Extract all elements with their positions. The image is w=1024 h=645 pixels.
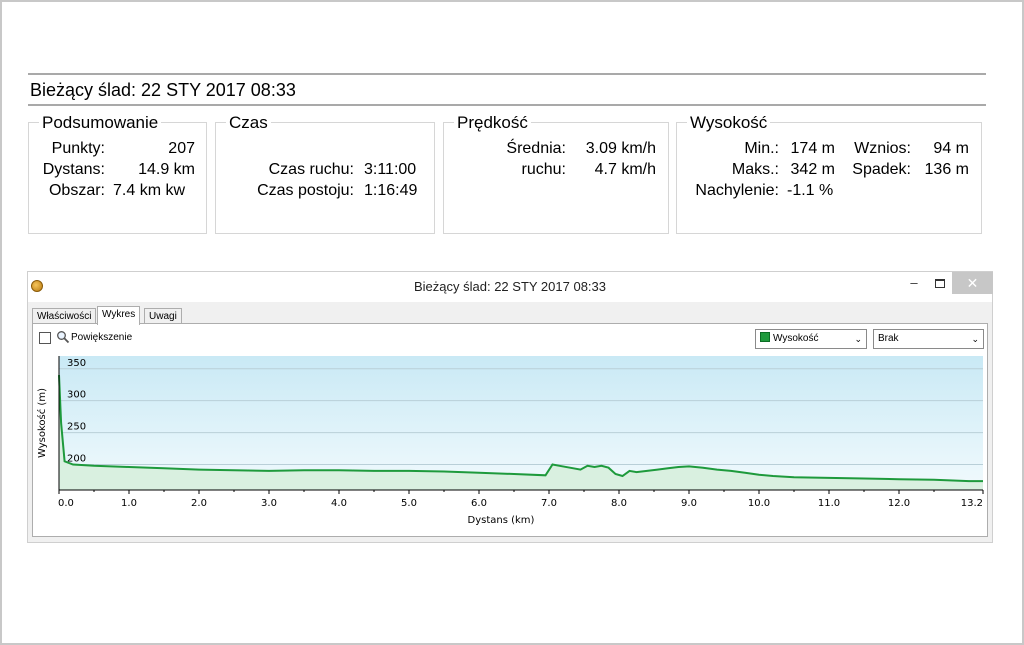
points-value: 207 [168,140,195,157]
min-altitude-value: 174 m [790,140,835,157]
x-tick-label: 9.0 [681,498,697,509]
tab-notes[interactable]: Uwagi [144,308,182,324]
area-label: Obszar: [48,182,105,199]
title-divider [28,104,986,106]
y-axis-label: Wysokość (m) [36,388,48,458]
window-title: Bieżący ślad: 22 STY 2017 08:33 [414,279,606,294]
moving-speed-value: 4.7 km/h [594,161,656,178]
x-tick-label: 6.0 [471,498,487,509]
distance-label: Dystans: [42,161,105,178]
top-divider [28,73,986,75]
y-tick-label: 350 [67,358,86,369]
window-titlebar[interactable]: Bieżący ślad: 22 STY 2017 08:33 – ✕ [28,272,993,302]
x-tick-label: 2.0 [191,498,207,509]
x-tick-label: 7.0 [541,498,557,509]
ascent-value: 94 m [933,140,969,157]
tab-properties[interactable]: Właściwości [32,308,97,324]
distance-value: 14.9 km [138,161,195,178]
chart-window: Bieżący ślad: 22 STY 2017 08:33 – ✕ Właś… [27,271,993,543]
x-tick-label: 4.0 [331,498,347,509]
max-altitude-value: 342 m [790,161,835,178]
summary-group: Podsumowanie Punkty: 207 Dystans: 14.9 k… [28,114,207,234]
x-tick-label: 0.0 [58,498,74,509]
y-tick-label: 300 [67,390,86,401]
altitude-group: Wysokość Min.: 174 m Maks.: 342 m Nachyl… [676,114,982,234]
x-tick-label: 11.0 [818,498,840,509]
moving-time-label: Czas ruchu: [268,161,354,178]
speed-group-legend: Prędkość [454,114,531,132]
max-altitude-label: Maks.: [731,161,779,178]
maximize-button[interactable] [930,272,950,294]
min-altitude-label: Min.: [744,140,779,157]
altitude-group-legend: Wysokość [687,114,771,132]
descent-label: Spadek: [852,161,911,178]
maximize-icon [935,279,945,289]
stop-time-value: 1:16:49 [364,182,418,199]
x-tick-label: 13.2 [961,498,983,509]
chart-panel: Powiększenie Wysokość ⌄ Brak ⌄ 200 250 300… [32,323,988,537]
moving-speed-label: ruchu: [521,161,566,178]
y-tick-label: 250 [67,422,86,433]
slope-label: Nachylenie: [695,182,779,199]
ascent-label: Wznios: [854,140,911,157]
moving-time-value: 3:11:00 [364,161,417,178]
x-tick-label: 3.0 [261,498,277,509]
time-group: Czas Czas ruchu: 3:11:00 Czas postoju: 1… [215,114,435,234]
descent-value: 136 m [924,161,969,178]
x-tick-label: 5.0 [401,498,417,509]
minimize-button[interactable]: – [904,272,924,294]
summary-title: Bieżący ślad: 22 STY 2017 08:33 [30,80,296,100]
avg-speed-value: 3.09 km/h [585,140,656,157]
stop-time-label: Czas postoju: [257,182,354,199]
avg-speed-label: Średnia: [506,140,566,157]
speed-group: Prędkość Średnia: 3.09 km/h ruchu: 4.7 k… [443,114,669,234]
x-tick-label: 8.0 [611,498,627,509]
altitude-chart: 200 250 300 350 0.0 1.0 2.0 3.0 4.0 5.0 6.0 7.0 8.0 9… [36,356,984,526]
time-group-legend: Czas [226,114,271,132]
summary-group-legend: Podsumowanie [39,114,162,132]
tab-chart[interactable]: Wykres [97,306,141,325]
area-value: 7.4 km kw [113,182,186,199]
x-tick-label: 12.0 [888,498,910,509]
points-label: Punkty: [51,140,105,157]
y-tick-label: 200 [67,453,86,464]
x-axis-label: Dystans (km) [468,515,535,526]
close-button[interactable]: ✕ [952,272,993,294]
x-tick-label: 10.0 [748,498,770,509]
slope-value: -1.1 % [787,182,834,199]
x-tick-label: 1.0 [121,498,137,509]
